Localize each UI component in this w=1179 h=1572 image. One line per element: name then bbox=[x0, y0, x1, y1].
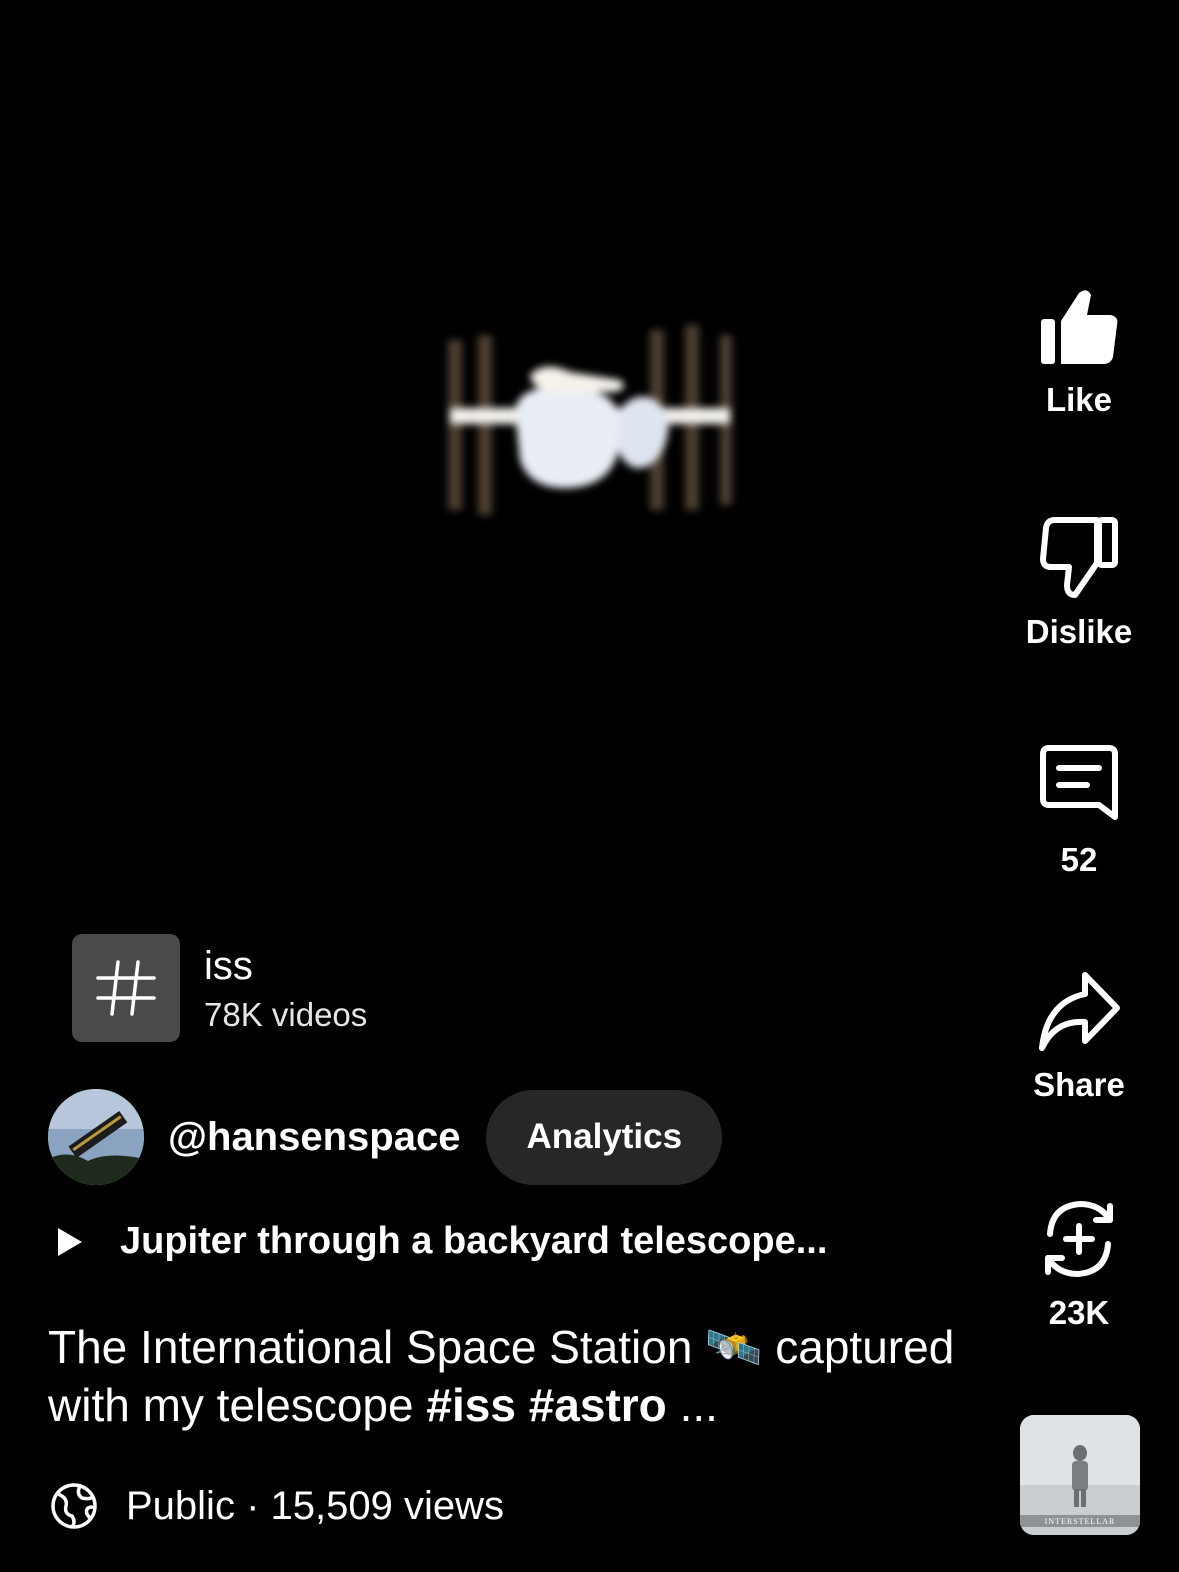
share-button[interactable]: Share bbox=[1019, 970, 1139, 1104]
visibility-label: Public bbox=[126, 1483, 235, 1528]
remix-icon bbox=[1045, 1201, 1113, 1277]
video-meta: Public · 15,509 views bbox=[50, 1482, 504, 1530]
sound-thumbnail-title: INTERSTELLAR bbox=[1045, 1517, 1116, 1526]
view-count: 15,509 views bbox=[270, 1483, 505, 1528]
globe-icon bbox=[51, 1483, 97, 1529]
remix-button[interactable]: 23K bbox=[1019, 1198, 1139, 1332]
channel-handle[interactable]: @hansenspace bbox=[168, 1115, 460, 1160]
hashtag-video-count: 78K videos bbox=[204, 996, 368, 1033]
avatar[interactable] bbox=[48, 1089, 144, 1185]
sound-thumbnail[interactable]: INTERSTELLAR bbox=[1020, 1415, 1140, 1535]
dislike-button[interactable]: Dislike bbox=[1019, 515, 1139, 651]
video-description[interactable]: The International Space Station 🛰️ captu… bbox=[48, 1318, 993, 1434]
description-tags[interactable]: #iss #astro bbox=[426, 1379, 666, 1431]
hashtag-name: iss bbox=[204, 944, 253, 988]
comments-count: 52 bbox=[1060, 841, 1098, 878]
share-icon bbox=[1039, 972, 1120, 1051]
thumbs-up-icon bbox=[1041, 290, 1118, 364]
dislike-label: Dislike bbox=[1025, 613, 1133, 650]
related-video-title: Jupiter through a backyard telescope... bbox=[120, 1220, 828, 1262]
iss-image bbox=[420, 300, 760, 560]
comment-icon bbox=[1040, 745, 1118, 820]
thumbs-down-icon bbox=[1040, 517, 1118, 598]
meta-separator: · bbox=[246, 1483, 260, 1528]
share-label: Share bbox=[1033, 1066, 1125, 1103]
remix-count: 23K bbox=[1048, 1294, 1110, 1331]
channel-row: @hansenspace Analytics bbox=[48, 1089, 723, 1185]
comments-button[interactable]: 52 bbox=[1019, 743, 1139, 879]
analytics-button[interactable]: Analytics bbox=[486, 1089, 723, 1185]
like-label: Like bbox=[1045, 381, 1113, 418]
hashtag-chip[interactable]: iss 78K videos bbox=[72, 934, 367, 1042]
like-button[interactable]: Like bbox=[1019, 287, 1139, 419]
description-ellipsis: ... bbox=[679, 1379, 718, 1431]
play-icon bbox=[58, 1227, 82, 1256]
related-video-link[interactable]: Jupiter through a backyard telescope... bbox=[56, 1220, 827, 1263]
hashtag-icon bbox=[72, 934, 180, 1042]
